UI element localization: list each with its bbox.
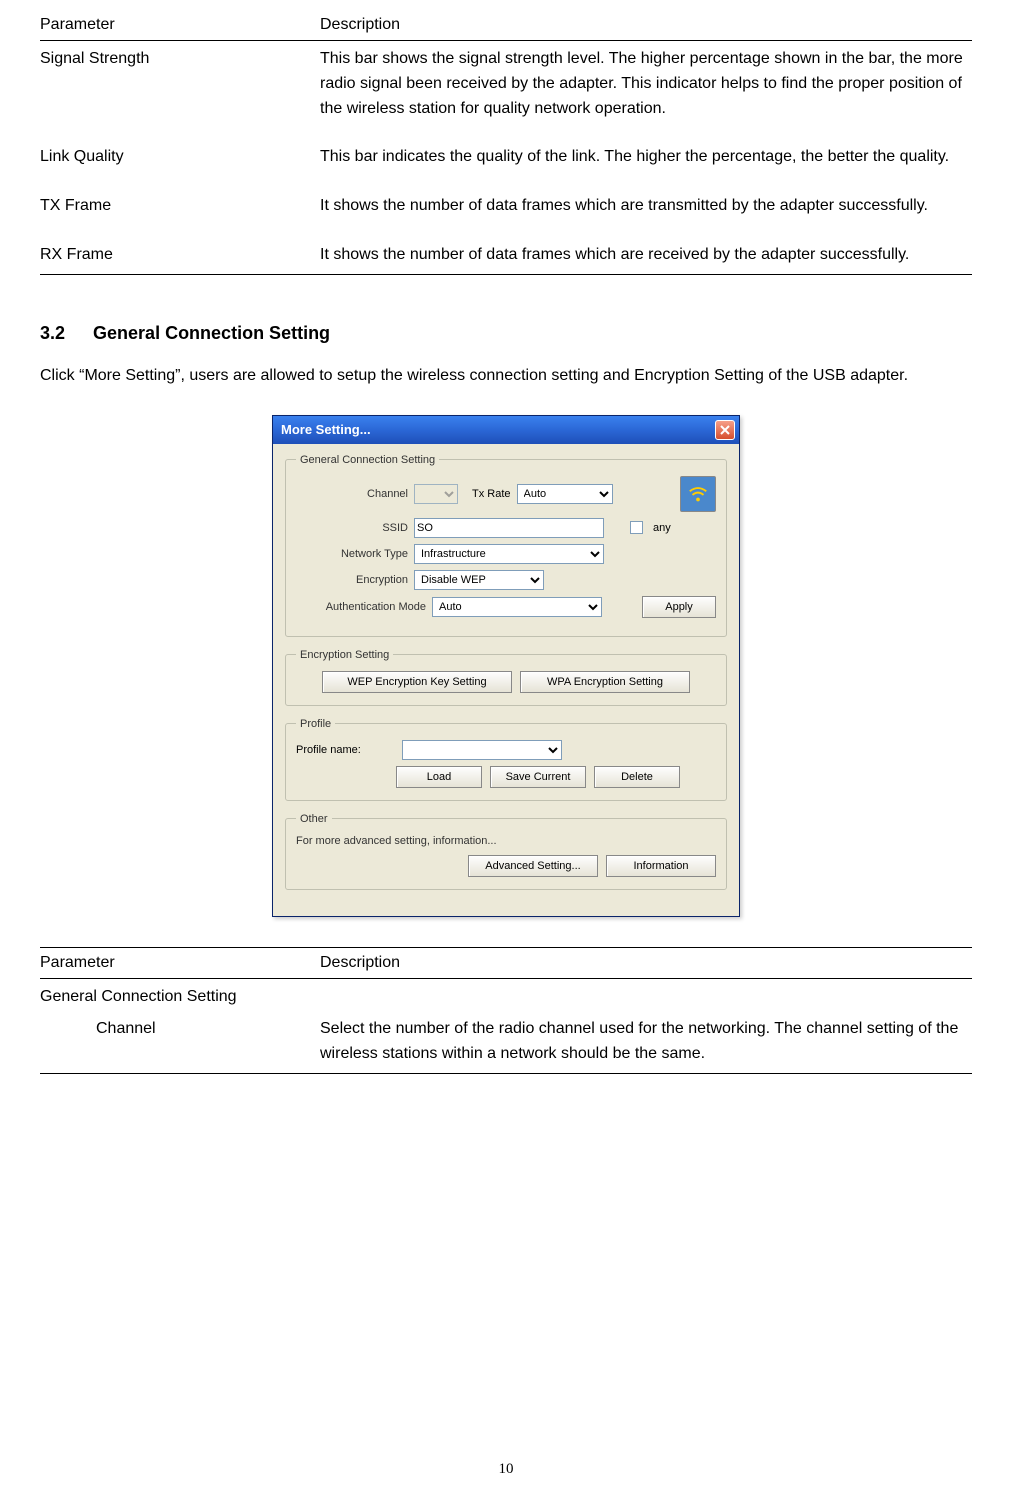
- label-ssid: SSID: [296, 522, 408, 534]
- information-button[interactable]: Information: [606, 855, 716, 877]
- page-number: 10: [0, 1461, 1012, 1478]
- label-auth-mode: Authentication Mode: [296, 601, 426, 613]
- network-type-select[interactable]: Infrastructure: [414, 544, 604, 564]
- label-encryption: Encryption: [296, 574, 408, 586]
- th-description: Description: [320, 947, 972, 978]
- intro-text: Click “More Setting”, users are allowed …: [40, 364, 972, 389]
- label-network-type: Network Type: [296, 548, 408, 560]
- ssid-input[interactable]: [414, 518, 604, 538]
- param-table-2: Parameter Description General Connection…: [40, 947, 972, 1074]
- table-row: Channel Select the number of the radio c…: [40, 1011, 972, 1073]
- table-row: TX Frame It shows the number of data fra…: [40, 188, 972, 237]
- dialog-title: More Setting...: [281, 422, 371, 437]
- table-row: General Connection Setting: [40, 978, 972, 1011]
- more-setting-dialog: More Setting... General Connection Setti…: [272, 415, 740, 917]
- wireless-icon: [680, 476, 716, 512]
- dialog-titlebar[interactable]: More Setting...: [273, 416, 739, 444]
- channel-select[interactable]: [414, 484, 458, 504]
- txrate-select[interactable]: Auto: [517, 484, 613, 504]
- other-text: For more advanced setting, information..…: [296, 835, 716, 847]
- table-row: Signal Strength This bar shows the signa…: [40, 41, 972, 140]
- table-row: Link Quality This bar indicates the qual…: [40, 139, 972, 188]
- th-description: Description: [320, 10, 972, 41]
- delete-button[interactable]: Delete: [594, 766, 680, 788]
- th-parameter: Parameter: [40, 10, 320, 41]
- auth-mode-select[interactable]: Auto: [432, 597, 602, 617]
- label-profile-name: Profile name:: [296, 744, 396, 756]
- profile-name-select[interactable]: [402, 740, 562, 760]
- load-button[interactable]: Load: [396, 766, 482, 788]
- th-parameter: Parameter: [40, 947, 320, 978]
- label-any: any: [653, 522, 671, 534]
- group-profile: Profile Profile name: Load Save Current …: [285, 718, 727, 801]
- advanced-setting-button[interactable]: Advanced Setting...: [468, 855, 598, 877]
- wep-key-setting-button[interactable]: WEP Encryption Key Setting: [322, 671, 512, 693]
- save-current-button[interactable]: Save Current: [490, 766, 586, 788]
- param-table-1: Parameter Description Signal Strength Th…: [40, 10, 972, 275]
- wpa-setting-button[interactable]: WPA Encryption Setting: [520, 671, 690, 693]
- close-icon[interactable]: [715, 420, 735, 440]
- label-txrate: Tx Rate: [472, 488, 511, 500]
- group-other: Other For more advanced setting, informa…: [285, 813, 727, 890]
- label-channel: Channel: [296, 488, 408, 500]
- table-row: RX Frame It shows the number of data fra…: [40, 237, 972, 274]
- group-encryption-setting: Encryption Setting WEP Encryption Key Se…: [285, 649, 727, 706]
- encryption-select[interactable]: Disable WEP: [414, 570, 544, 590]
- apply-button[interactable]: Apply: [642, 596, 716, 618]
- section-heading: 3.2General Connection Setting: [40, 323, 972, 344]
- group-general-connection: General Connection Setting Channel Tx Ra…: [285, 454, 727, 637]
- any-checkbox[interactable]: [630, 521, 643, 534]
